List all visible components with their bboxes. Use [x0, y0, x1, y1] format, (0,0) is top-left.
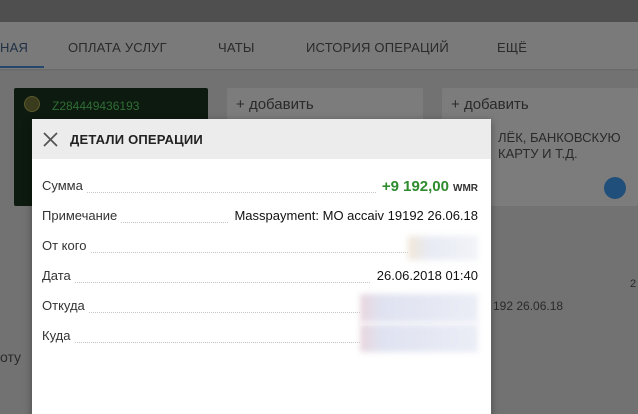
plus-icon: +: [451, 96, 464, 113]
detail-row-from: От кого: [42, 236, 478, 260]
main-tabs: НАЯ ОПЛАТА УСЛУГ ЧАТЫ ИСТОРИЯ ОПЕРАЦИЙ Е…: [0, 22, 638, 70]
tab-payments[interactable]: ОПЛАТА УСЛУГ: [68, 40, 167, 55]
date-value: 26.06.2018 01:40: [370, 268, 478, 283]
add-card-description: ЛЁК, БАНКОВСКУЮ КАРТУ И Т.Д.: [498, 130, 621, 161]
row-label: Дата: [42, 268, 75, 283]
active-tab-indicator: [0, 66, 44, 68]
tab-main[interactable]: НАЯ: [0, 40, 28, 55]
row-label: Сумма: [42, 178, 87, 193]
detail-row-destination: Куда: [42, 324, 478, 352]
row-label: Примечание: [42, 208, 122, 223]
detail-row-source: Откуда: [42, 294, 478, 322]
add-wallet-button[interactable]: + добавить: [236, 96, 314, 113]
dialog-title: ДЕТАЛИ ОПЕРАЦИИ: [70, 132, 203, 147]
row-label: Куда: [42, 328, 75, 343]
row-label: От кого: [42, 238, 91, 253]
source-value-redacted: [360, 294, 478, 322]
plus-icon: +: [236, 96, 249, 113]
tab-more[interactable]: ЕЩЁ: [497, 40, 527, 55]
tab-chats[interactable]: ЧАТЫ: [218, 40, 255, 55]
history-note-fragment: 192 26.06.18: [493, 299, 564, 313]
tab-history[interactable]: ИСТОРИЯ ОПЕРАЦИЙ: [306, 40, 449, 55]
operation-details-dialog: ДЕТАЛИ ОПЕРАЦИИ Сумма +9 192,00 WMR Приме…: [32, 119, 491, 414]
from-value-redacted: [408, 236, 478, 260]
webmoney-logo-icon: [24, 96, 40, 112]
webmoney-globe-icon: [604, 177, 626, 199]
destination-value-redacted: [360, 324, 478, 352]
dialog-header: ДЕТАЛИ ОПЕРАЦИИ: [32, 119, 491, 159]
row-label: Откуда: [42, 298, 89, 313]
amount: +9 192,00: [381, 178, 449, 195]
detail-row-note: Примечание Masspayment: MO accaiv 19192 …: [42, 208, 478, 228]
top-strip: [0, 0, 638, 22]
detail-row-date: Дата 26.06.2018 01:40: [42, 268, 478, 288]
currency: WMR: [453, 183, 478, 194]
detail-row-amount: Сумма +9 192,00 WMR: [42, 178, 478, 198]
note-value: Masspayment: MO accaiv 19192 26.06.18: [228, 208, 478, 223]
amount-value: +9 192,00 WMR: [375, 178, 478, 195]
wallet-number: Z284449436193: [52, 99, 140, 113]
close-icon[interactable]: [42, 131, 59, 148]
history-amount-fragment: 2: [630, 278, 637, 290]
left-text-fragment: оту: [0, 349, 22, 365]
add-card-button[interactable]: + добавить: [451, 96, 529, 113]
